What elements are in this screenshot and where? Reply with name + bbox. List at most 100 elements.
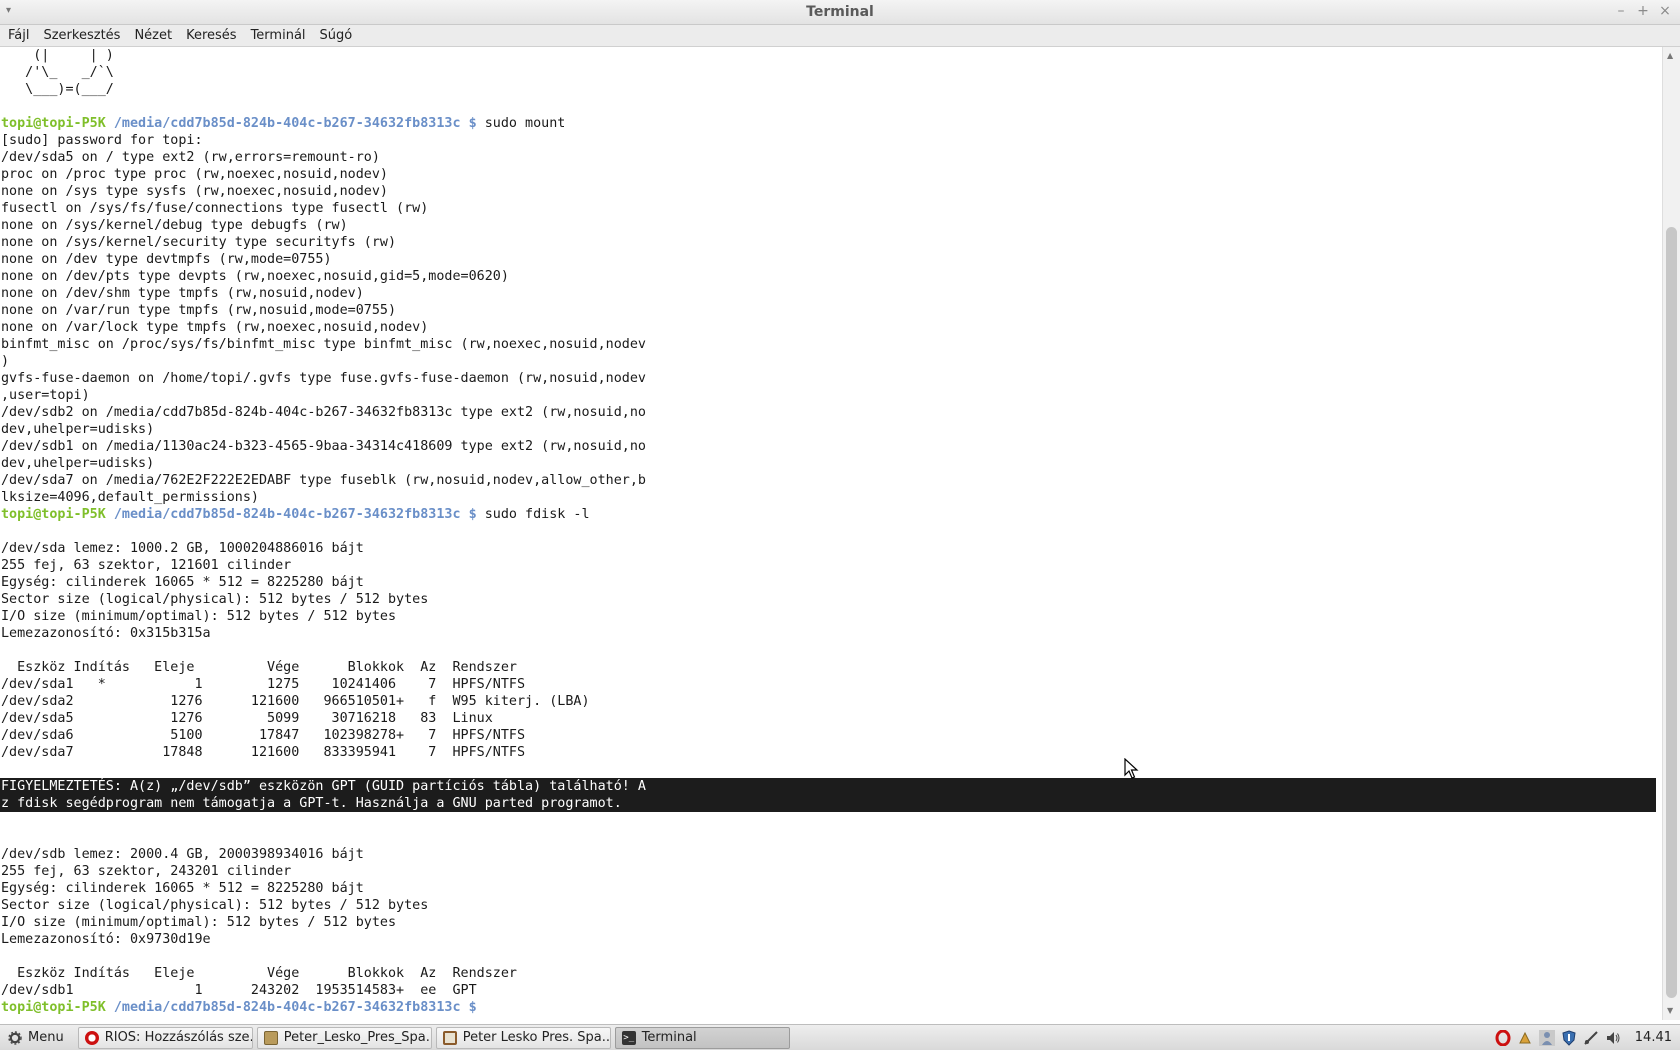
- task-label: RIOS: Hozzászólás sze...: [104, 1030, 253, 1045]
- scrollbar-thumb[interactable]: [1666, 227, 1677, 998]
- output-line: Eszköz Indítás Eleje Vége Blokkok Az Ren…: [1, 966, 517, 981]
- task-presentation[interactable]: Peter Lesko Pres. Spa...: [435, 1026, 611, 1049]
- output-line: /dev/sda7 17848 121600 833395941 7 HPFS/…: [1, 745, 526, 760]
- output-line: none on /sys/kernel/security type securi…: [1, 235, 397, 250]
- output-line: Lemezazonosító: 0x315b315a: [1, 626, 211, 641]
- output-line: none on /var/lock type tmpfs (rw,noexec,…: [1, 320, 429, 335]
- output-line: 255 fej, 63 szektor, 243201 cilinder: [1, 864, 292, 879]
- maximize-icon[interactable]: +: [1636, 3, 1650, 19]
- output-line: /dev/sda6 5100 17847 102398278+ 7 HPFS/N…: [1, 728, 526, 743]
- output-line: /dev/sda2 1276 121600 966510501+ f W95 k…: [1, 694, 590, 709]
- prompt-line: topi@topi-P5K /media/cdd7b85d-824b-404c-…: [1, 506, 1656, 523]
- output-line: Egység: cilinderek 16065 * 512 = 8225280…: [1, 881, 364, 896]
- output-line: dev,uhelper=udisks): [1, 422, 155, 437]
- output-line: 255 fej, 63 szektor, 121601 cilinder: [1, 558, 292, 573]
- prompt-command: sudo mount: [476, 116, 566, 131]
- output-line: dev,uhelper=udisks): [1, 456, 155, 471]
- task-label: Peter Lesko Pres. Spa...: [462, 1030, 611, 1045]
- menu-file[interactable]: Fájl: [8, 28, 29, 43]
- start-menu-button[interactable]: Menu: [0, 1025, 74, 1050]
- prompt-command: [477, 1000, 485, 1015]
- output-line: none on /sys type sysfs (rw,noexec,nosui…: [1, 184, 388, 199]
- folder-icon: [263, 1030, 278, 1045]
- task-terminal[interactable]: >_ Terminal: [614, 1026, 790, 1049]
- minimize-icon[interactable]: –: [1614, 3, 1628, 19]
- network-icon[interactable]: [1583, 1030, 1599, 1046]
- output-line: (| | ): [1, 48, 114, 63]
- terminal-scrollbar[interactable]: ▲ ▼: [1662, 47, 1680, 1020]
- menu-edit[interactable]: Szerkesztés: [43, 28, 120, 43]
- menu-help[interactable]: Súgó: [320, 28, 353, 43]
- output-line: [sudo] password for topi:: [1, 133, 203, 148]
- presentation-icon: [442, 1030, 457, 1045]
- output-line: /dev/sdb lemez: 2000.4 GB, 2000398934016…: [1, 847, 364, 862]
- prompt-line: topi@topi-P5K /media/cdd7b85d-824b-404c-…: [1, 115, 1656, 132]
- warning-line: FIGYELMEZTETÉS: A(z) „/dev/sdb” eszközön…: [0, 778, 1656, 795]
- terminal-output[interactable]: (| | ) /'\_ _/`\ \___)=(___/ topi@topi-P…: [0, 47, 1662, 1020]
- gear-icon: [8, 1030, 22, 1045]
- menu-view[interactable]: Nézet: [134, 28, 172, 43]
- output-line: ): [1, 354, 10, 369]
- prompt-path: /media/cdd7b85d-824b-404c-b267-34632fb83…: [105, 116, 477, 131]
- update-manager-icon[interactable]: [1517, 1030, 1533, 1046]
- prompt-user: topi@topi-P5K: [1, 116, 106, 131]
- output-line: binfmt_misc on /proc/sys/fs/binfmt_misc …: [1, 337, 646, 352]
- volume-icon[interactable]: [1605, 1030, 1621, 1046]
- scroll-up-icon[interactable]: ▲: [1667, 51, 1673, 60]
- window-controls: – + ×: [1614, 3, 1672, 19]
- output-line: none on /sys/kernel/debug type debugfs (…: [1, 218, 348, 233]
- output-line: /'\_ _/`\: [1, 65, 114, 80]
- output-line: I/O size (minimum/optimal): 512 bytes / …: [1, 915, 397, 930]
- prompt-line: topi@topi-P5K /media/cdd7b85d-824b-404c-…: [1, 999, 1656, 1016]
- system-tray: 14.41: [1495, 1029, 1680, 1046]
- prompt-path: /media/cdd7b85d-824b-404c-b267-34632fb83…: [105, 507, 477, 522]
- task-folder[interactable]: Peter_Lesko_Pres_Spa...: [256, 1026, 432, 1049]
- output-line: /dev/sda lemez: 1000.2 GB, 1000204886016…: [1, 541, 364, 556]
- output-line: gvfs-fuse-daemon on /home/topi/.gvfs typ…: [1, 371, 646, 386]
- window-titlebar: ▾ Terminal – + ×: [0, 0, 1680, 25]
- menu-terminal[interactable]: Terminál: [251, 28, 306, 43]
- task-opera[interactable]: RIOS: Hozzászólás sze...: [77, 1026, 253, 1049]
- window-title: Terminal: [806, 4, 874, 20]
- user-status-icon[interactable]: [1538, 1029, 1555, 1046]
- output-line: proc on /proc type proc (rw,noexec,nosui…: [1, 167, 388, 182]
- output-line: fusectl on /sys/fs/fuse/connections type…: [1, 201, 429, 216]
- prompt-path: /media/cdd7b85d-824b-404c-b267-34632fb83…: [105, 1000, 477, 1015]
- output-line: /dev/sdb1 1 243202 1953514583+ ee GPT: [1, 983, 477, 998]
- output-line: none on /var/run type tmpfs (rw,nosuid,m…: [1, 303, 397, 318]
- menu-bar: Fájl Szerkesztés Nézet Keresés Terminál …: [0, 25, 1680, 47]
- terminal-lines: (| | ) /'\_ _/`\ \___)=(___/ topi@topi-P…: [0, 47, 1656, 1016]
- output-line: /dev/sda7 on /media/762E2F222E2EDABF typ…: [1, 473, 646, 488]
- mouse-pointer-icon: [1124, 758, 1139, 779]
- output-line: /dev/sda5 on / type ext2 (rw,errors=remo…: [1, 150, 380, 165]
- output-line: Sector size (logical/physical): 512 byte…: [1, 898, 429, 913]
- menu-search[interactable]: Keresés: [186, 28, 236, 43]
- start-menu-label: Menu: [28, 1030, 64, 1045]
- prompt-user: topi@topi-P5K: [1, 507, 106, 522]
- output-line: \___)=(___/: [1, 82, 114, 97]
- close-icon[interactable]: ×: [1658, 3, 1672, 19]
- output-line: /dev/sda5 1276 5099 30716218 83 Linux: [1, 711, 493, 726]
- output-line: I/O size (minimum/optimal): 512 bytes / …: [1, 609, 397, 624]
- prompt-command: sudo fdisk -l: [476, 507, 590, 522]
- taskbar: Menu RIOS: Hozzászólás sze... Peter_Lesk…: [0, 1024, 1680, 1050]
- output-line: Egység: cilinderek 16065 * 512 = 8225280…: [1, 575, 364, 590]
- output-line: Eszköz Indítás Eleje Vége Blokkok Az Ren…: [1, 660, 517, 675]
- clock[interactable]: 14.41: [1635, 1030, 1672, 1045]
- scroll-down-icon[interactable]: ▼: [1667, 1006, 1673, 1015]
- output-line: lksize=4096,default_permissions): [1, 490, 259, 505]
- output-line: none on /dev/shm type tmpfs (rw,nosuid,n…: [1, 286, 364, 301]
- warning-line: z fdisk segédprogram nem támogatja a GPT…: [0, 795, 1656, 812]
- task-label: Terminal: [641, 1030, 697, 1045]
- output-line: /dev/sda1 * 1 1275 10241406 7 HPFS/NTFS: [1, 677, 526, 692]
- output-line: none on /dev/pts type devpts (rw,noexec,…: [1, 269, 509, 284]
- opera-tray-icon[interactable]: [1495, 1029, 1511, 1046]
- shield-icon[interactable]: [1561, 1029, 1577, 1046]
- output-line: Sector size (logical/physical): 512 byte…: [1, 592, 429, 607]
